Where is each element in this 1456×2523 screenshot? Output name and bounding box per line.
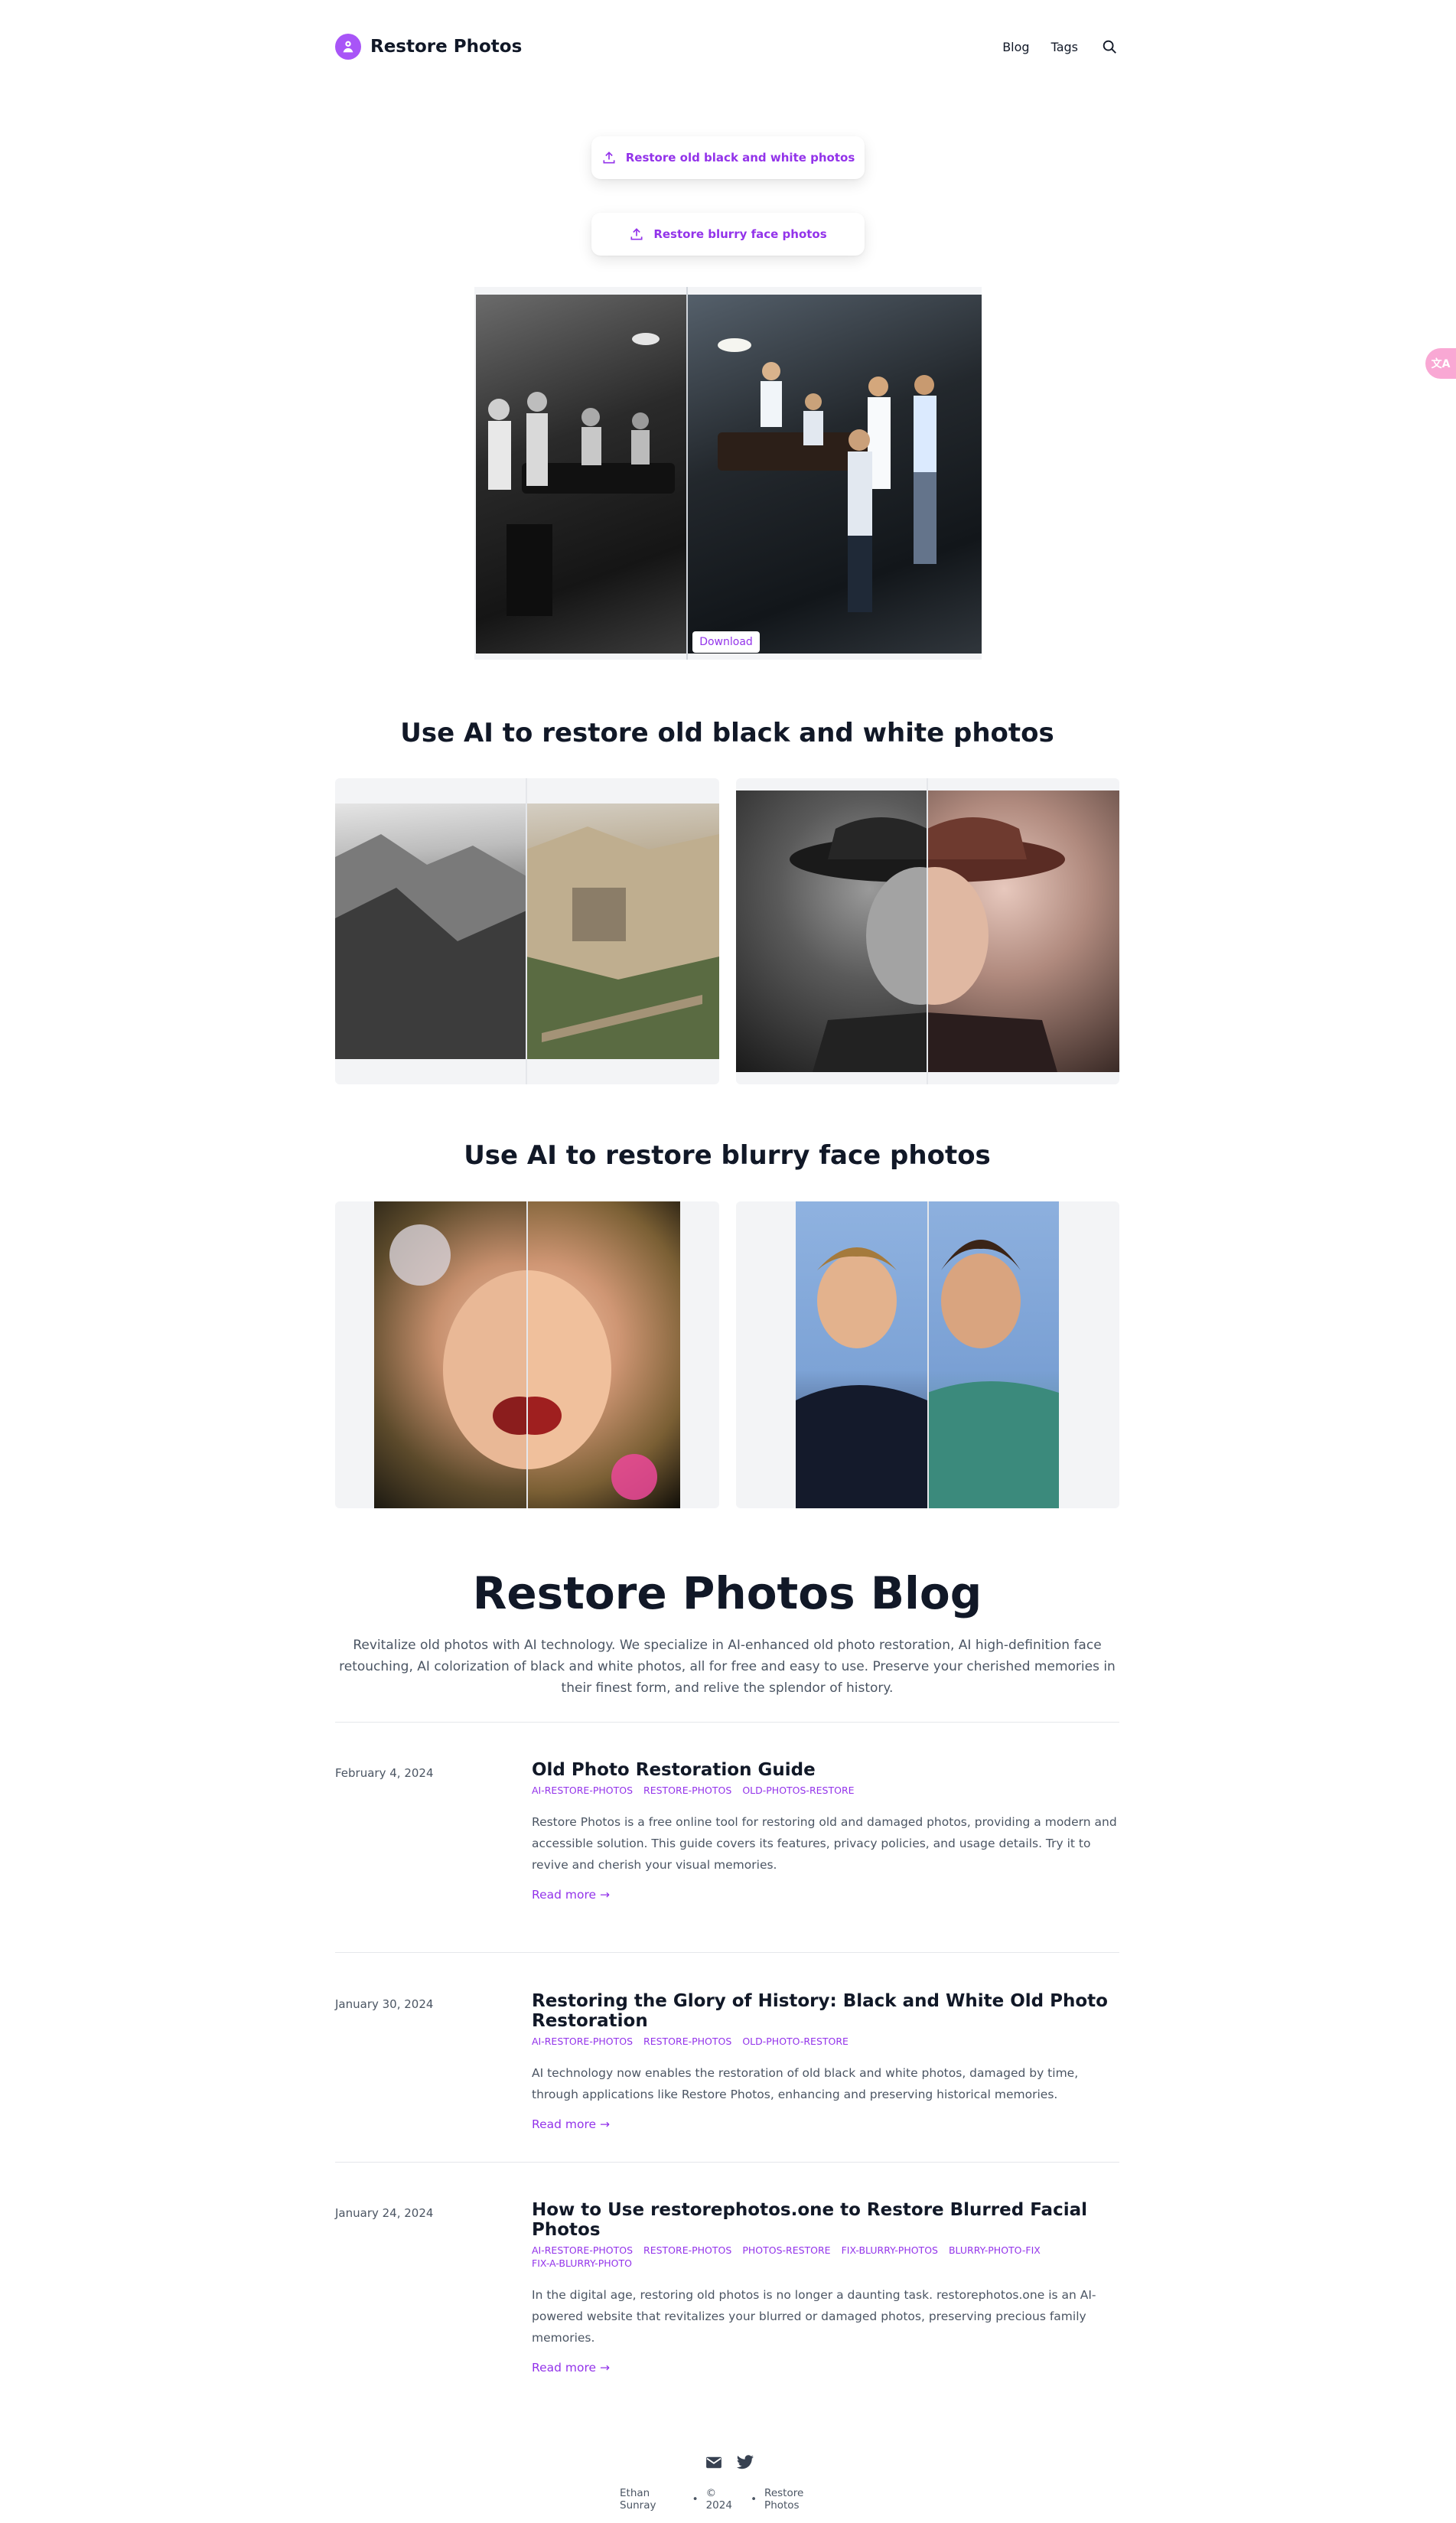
site-header: Restore Photos Blog Tags [335, 28, 1119, 66]
twitter-icon [737, 2455, 754, 2469]
post-tags: AI-RESTORE-PHOTOS RESTORE-PHOTOS OLD-PHO… [532, 1785, 1119, 1796]
boys-divider[interactable] [927, 1201, 929, 1508]
tag-link[interactable]: BLURRY-PHOTO-FIX [949, 2244, 1041, 2256]
nav-tags-link[interactable]: Tags [1051, 40, 1078, 54]
post-divider [335, 2162, 1119, 2163]
hero-before-image [476, 295, 686, 654]
footer-author: Ethan Sunray [620, 2487, 656, 2512]
blurry-example-girl-compare[interactable] [335, 1201, 719, 1508]
tag-link[interactable]: OLD-PHOTOS-RESTORE [742, 1785, 854, 1796]
footer-copyright: © 2024 [705, 2487, 732, 2512]
footer-meta: Ethan Sunray • © 2024 • Restore Photos [620, 2487, 836, 2512]
post-date: January 24, 2024 [335, 2206, 434, 2220]
tag-link[interactable]: RESTORE-PHOTOS [643, 2036, 731, 2047]
landscape-after-image [526, 804, 719, 1059]
post-divider [335, 1952, 1119, 1953]
footer-social-links [705, 2455, 754, 2473]
portrait-divider[interactable] [927, 778, 928, 1084]
tag-link[interactable]: AI-RESTORE-PHOTOS [532, 2244, 633, 2256]
download-label: Download [699, 636, 753, 648]
logo-icon [335, 34, 361, 60]
footer-site-link[interactable]: Restore Photos [764, 2487, 836, 2512]
portrait-after-image [820, 790, 1119, 1072]
tag-link[interactable]: FIX-A-BLURRY-PHOTO [532, 2257, 632, 2269]
post-title-link[interactable]: Old Photo Restoration Guide [532, 1760, 1119, 1780]
translate-button[interactable]: 文A [1425, 348, 1456, 379]
upload-bw-label: Restore old black and white photos [625, 151, 855, 165]
post-summary: Restore Photos is a free online tool for… [532, 1815, 1117, 1872]
post-summary: In the digital age, restoring old photos… [532, 2288, 1096, 2345]
post-item: How to Use restorephotos.one to Restore … [532, 2200, 1119, 2375]
site-logo-link[interactable]: Restore Photos [335, 34, 522, 60]
mail-icon [706, 2456, 721, 2469]
bw-section-heading: Use AI to restore old black and white ph… [400, 718, 1054, 748]
boys-before-image [796, 1201, 927, 1508]
tag-link[interactable]: PHOTOS-RESTORE [742, 2244, 830, 2256]
tag-link[interactable]: FIX-BLURRY-PHOTOS [842, 2244, 938, 2256]
landscape-before-image [335, 804, 526, 1059]
blurry-section-heading: Use AI to restore blurry face photos [464, 1140, 991, 1171]
download-button[interactable]: Download [692, 631, 760, 653]
hero-after-image [687, 295, 982, 654]
search-button[interactable] [1099, 37, 1119, 57]
read-more-link[interactable]: Read more → [532, 2117, 1119, 2131]
post-title-link[interactable]: Restoring the Glory of History: Black an… [532, 1991, 1119, 2031]
translate-icon: 文A [1431, 358, 1451, 370]
blog-divider [335, 1722, 1119, 1723]
post-item: Restoring the Glory of History: Black an… [532, 1991, 1119, 2131]
upload-blurry-label: Restore blurry face photos [653, 227, 827, 241]
girl-divider[interactable] [526, 1201, 528, 1508]
tag-link[interactable]: AI-RESTORE-PHOTOS [532, 1785, 633, 1796]
blog-intro: Revitalize old photos with AI technology… [339, 1638, 1116, 1696]
hero-compare-slider[interactable]: Download [474, 287, 982, 660]
bw-example-landscape-compare[interactable] [335, 778, 719, 1084]
main-nav: Blog Tags [1002, 37, 1119, 57]
mail-link[interactable] [705, 2456, 722, 2472]
post-date: February 4, 2024 [335, 1766, 434, 1780]
tag-link[interactable]: OLD-PHOTO-RESTORE [742, 2036, 849, 2047]
post-title-link[interactable]: How to Use restorephotos.one to Restore … [532, 2200, 1119, 2240]
upload-icon [630, 228, 643, 240]
hero-compare-divider[interactable] [686, 287, 688, 660]
read-more-link[interactable]: Read more → [532, 2361, 1119, 2375]
post-tags: AI-RESTORE-PHOTOS RESTORE-PHOTOS OLD-PHO… [532, 2036, 1119, 2047]
blog-title: Restore Photos Blog [472, 1567, 982, 1619]
boys-after-image [927, 1201, 1059, 1508]
blurry-example-boys-compare[interactable] [736, 1201, 1119, 1508]
girl-after-image [443, 1201, 680, 1508]
post-date: January 30, 2024 [335, 1997, 434, 2011]
upload-bw-photo-button[interactable]: Restore old black and white photos [591, 136, 865, 179]
landscape-divider[interactable] [526, 778, 527, 1084]
girl-before-image [374, 1201, 611, 1508]
footer-separator: • [751, 2493, 757, 2505]
tag-link[interactable]: RESTORE-PHOTOS [643, 1785, 731, 1796]
footer-separator: • [692, 2493, 699, 2505]
portrait-before-image [736, 790, 1034, 1072]
site-name: Restore Photos [370, 37, 523, 57]
upload-icon [603, 152, 615, 164]
search-icon [1103, 40, 1116, 54]
post-tags: AI-RESTORE-PHOTOS RESTORE-PHOTOS PHOTOS-… [532, 2244, 1119, 2269]
tag-link[interactable]: RESTORE-PHOTOS [643, 2244, 731, 2256]
nav-blog-link[interactable]: Blog [1002, 40, 1029, 54]
post-summary: AI technology now enables the restoratio… [532, 2066, 1079, 2101]
tag-link[interactable]: AI-RESTORE-PHOTOS [532, 2036, 633, 2047]
twitter-link[interactable] [736, 2455, 754, 2473]
upload-blurry-photo-button[interactable]: Restore blurry face photos [591, 213, 865, 256]
read-more-link[interactable]: Read more → [532, 1888, 1119, 1902]
bw-example-portrait-compare[interactable] [736, 778, 1119, 1084]
post-item: Old Photo Restoration Guide AI-RESTORE-P… [532, 1760, 1119, 1902]
